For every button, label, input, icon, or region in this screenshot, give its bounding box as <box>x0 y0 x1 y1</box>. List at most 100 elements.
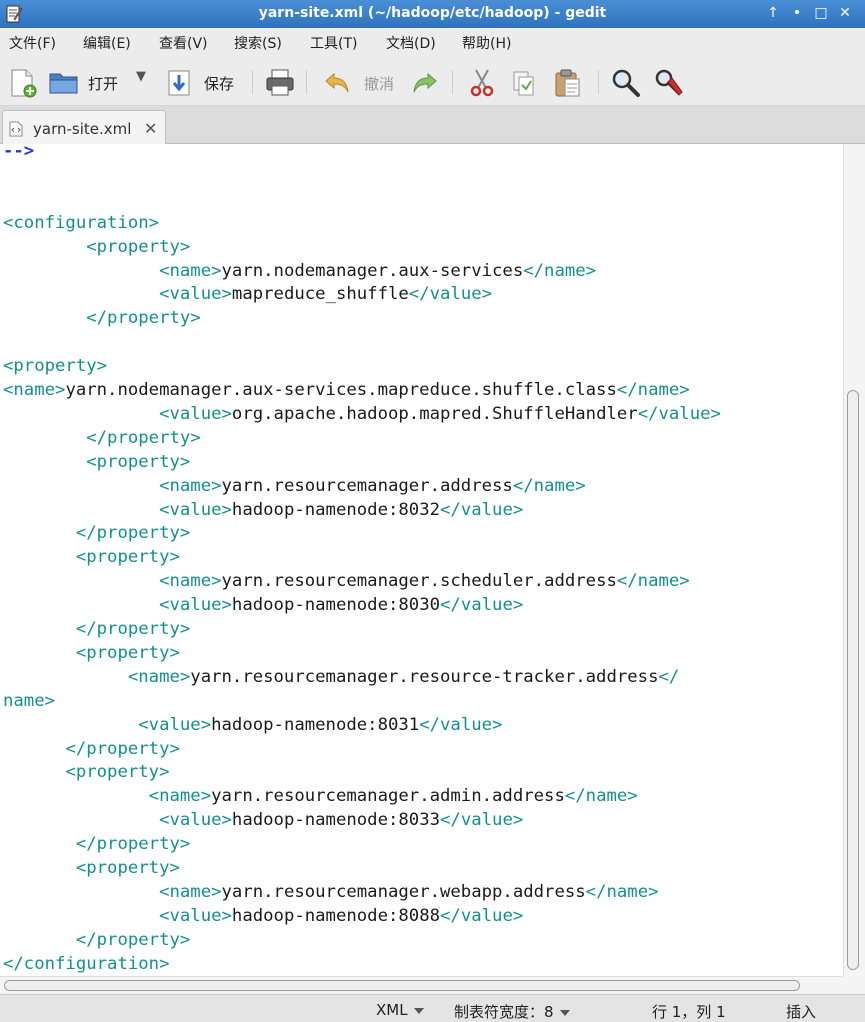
code-line: <name>yarn.resourcemanager.address</name… <box>3 476 586 500</box>
xml-tag: <value> <box>159 499 232 520</box>
copy-button[interactable] <box>510 64 540 98</box>
tab-width-label: 制表符宽度：8 <box>454 1003 554 1021</box>
xml-tag: </name> <box>585 881 659 902</box>
redo-icon <box>413 72 437 93</box>
xml-tag: </value> <box>440 499 524 520</box>
redo-button[interactable] <box>410 64 440 98</box>
minimize-button[interactable]: • <box>788 4 806 22</box>
xml-tag: </value> <box>440 810 524 831</box>
code-line: <value>hadoop-namenode:8031</value> <box>3 715 502 739</box>
vertical-scrollbar-thumb[interactable] <box>847 390 859 970</box>
xml-tag: <property> <box>3 356 108 377</box>
tab-width-selector[interactable]: 制表符宽度：8 <box>454 1001 570 1022</box>
xml-tag: </value> <box>440 905 524 926</box>
maximize-button[interactable]: □ <box>812 4 830 22</box>
code-line: </property> <box>3 308 200 332</box>
undo-button[interactable]: 撤消 <box>324 64 404 98</box>
code-line: <property> <box>3 452 190 476</box>
cut-button[interactable] <box>468 64 498 98</box>
code-line: <value>hadoop-namenode:8088</value> <box>3 906 523 930</box>
document-tabs: yarn-site.xml ✕ <box>0 106 865 145</box>
code-line: <property> <box>3 356 107 380</box>
cut-icon <box>470 69 494 97</box>
find-replace-button[interactable] <box>654 64 686 98</box>
toolbar-separator <box>306 70 307 94</box>
xml-tag: <value> <box>159 403 232 424</box>
menu-file[interactable]: 文件(F) <box>9 33 56 53</box>
xml-text: yarn.resourcemanager.admin.address <box>211 786 565 807</box>
window-titlebar[interactable]: yarn-site.xml (~/hadoop/etc/hadoop) - ge… <box>0 0 865 28</box>
code-line: </configuration> <box>3 954 169 976</box>
horizontal-scrollbar-thumb[interactable] <box>4 980 800 991</box>
vertical-scrollbar[interactable] <box>843 144 865 976</box>
paste-button[interactable] <box>553 64 585 98</box>
code-line: </property> <box>3 523 190 547</box>
xml-file-icon <box>9 121 23 137</box>
code-line: <name>yarn.resourcemanager.admin.address… <box>3 786 638 810</box>
toolbar-separator <box>598 70 599 94</box>
tab-yarn-site-xml[interactable]: yarn-site.xml ✕ <box>2 110 166 145</box>
xml-tag: </value> <box>419 714 503 735</box>
xml-tag: </value> <box>637 403 721 424</box>
code-line: <value>org.apache.hadoop.mapred.ShuffleH… <box>3 404 721 428</box>
save-button[interactable]: 保存 <box>167 64 243 98</box>
print-button[interactable] <box>264 64 298 98</box>
xml-text: hadoop-namenode:8033 <box>231 810 441 831</box>
menu-edit[interactable]: 编辑(E) <box>83 33 131 53</box>
tab-label: yarn-site.xml <box>33 120 132 138</box>
insert-mode: 插入 <box>786 1003 817 1021</box>
code-line: </property> <box>3 428 200 452</box>
open-folder-icon <box>49 73 78 94</box>
xml-tag: <name> <box>159 881 222 902</box>
xml-tag: </configuration> <box>3 953 170 974</box>
menu-view[interactable]: 查看(V) <box>159 33 208 53</box>
xml-tag: <name> <box>148 786 212 807</box>
chevron-down-icon <box>559 1009 570 1016</box>
xml-tag: <property> <box>75 642 180 663</box>
menu-tools[interactable]: 工具(T) <box>310 33 357 53</box>
xml-tag: <value> <box>138 714 212 735</box>
menu-search[interactable]: 搜索(S) <box>234 33 282 53</box>
xml-tag: <name> <box>159 571 222 592</box>
toolbar-separator <box>252 70 253 94</box>
xml-tag: </property> <box>75 929 191 950</box>
xml-tag: <name> <box>159 475 222 496</box>
code-line: </property> <box>3 834 190 858</box>
menu-documents[interactable]: 文档(D) <box>386 33 436 53</box>
code-line: --> <box>3 144 34 165</box>
xml-tag: </ <box>658 666 680 687</box>
xml-tag: </name> <box>616 571 690 592</box>
code-line: <name>yarn.nodemanager.aux-services.mapr… <box>3 380 690 404</box>
toolbar-separator <box>452 70 453 94</box>
xml-text: hadoop-namenode:8032 <box>231 499 441 520</box>
language-label: XML <box>376 1001 408 1019</box>
dropdown-arrow-icon[interactable]: ▼ <box>136 69 146 84</box>
code-line: <value>hadoop-namenode:8033</value> <box>3 810 523 834</box>
xml-text: yarn.resourcemanager.resource-tracker.ad… <box>190 666 659 687</box>
xml-text: org.apache.hadoop.mapred.ShuffleHandler <box>231 403 638 424</box>
menu-bar: 文件(F) 编辑(E) 查看(V) 搜索(S) 工具(T) 文档(D) 帮助(H… <box>0 28 865 56</box>
toolbar: 打开 ▼ 保存 撤消 <box>0 56 865 106</box>
xml-tag: </name> <box>512 475 586 496</box>
undo-label: 撤消 <box>364 75 395 93</box>
tab-close-icon[interactable]: ✕ <box>144 119 157 138</box>
code-line: <name>yarn.resourcemanager.scheduler.add… <box>3 571 690 595</box>
new-document-button[interactable] <box>8 64 40 98</box>
xml-tag: </value> <box>408 284 493 305</box>
xml-tag: </name> <box>564 786 638 807</box>
chevron-down-icon <box>413 1007 424 1014</box>
open-button[interactable]: 打开 ▼ <box>48 64 158 98</box>
close-button[interactable]: ✕ <box>836 4 854 22</box>
xml-tag: <property> <box>65 762 170 783</box>
horizontal-scrollbar[interactable] <box>0 976 843 994</box>
code-line: <value>mapreduce_shuffle</value> <box>3 284 492 308</box>
xml-tag: </property> <box>65 738 180 759</box>
code-line: </property> <box>3 930 190 954</box>
keep-above-button[interactable]: ↑ <box>764 4 782 22</box>
xml-text: yarn.nodemanager.aux-services.mapreduce.… <box>65 380 617 400</box>
text-editor[interactable]: --> <configuration> <property> <name>yarn… <box>0 144 843 976</box>
print-icon <box>266 69 294 96</box>
find-button[interactable] <box>611 64 643 98</box>
menu-help[interactable]: 帮助(H) <box>462 33 511 53</box>
language-selector[interactable]: XML <box>376 1001 424 1019</box>
